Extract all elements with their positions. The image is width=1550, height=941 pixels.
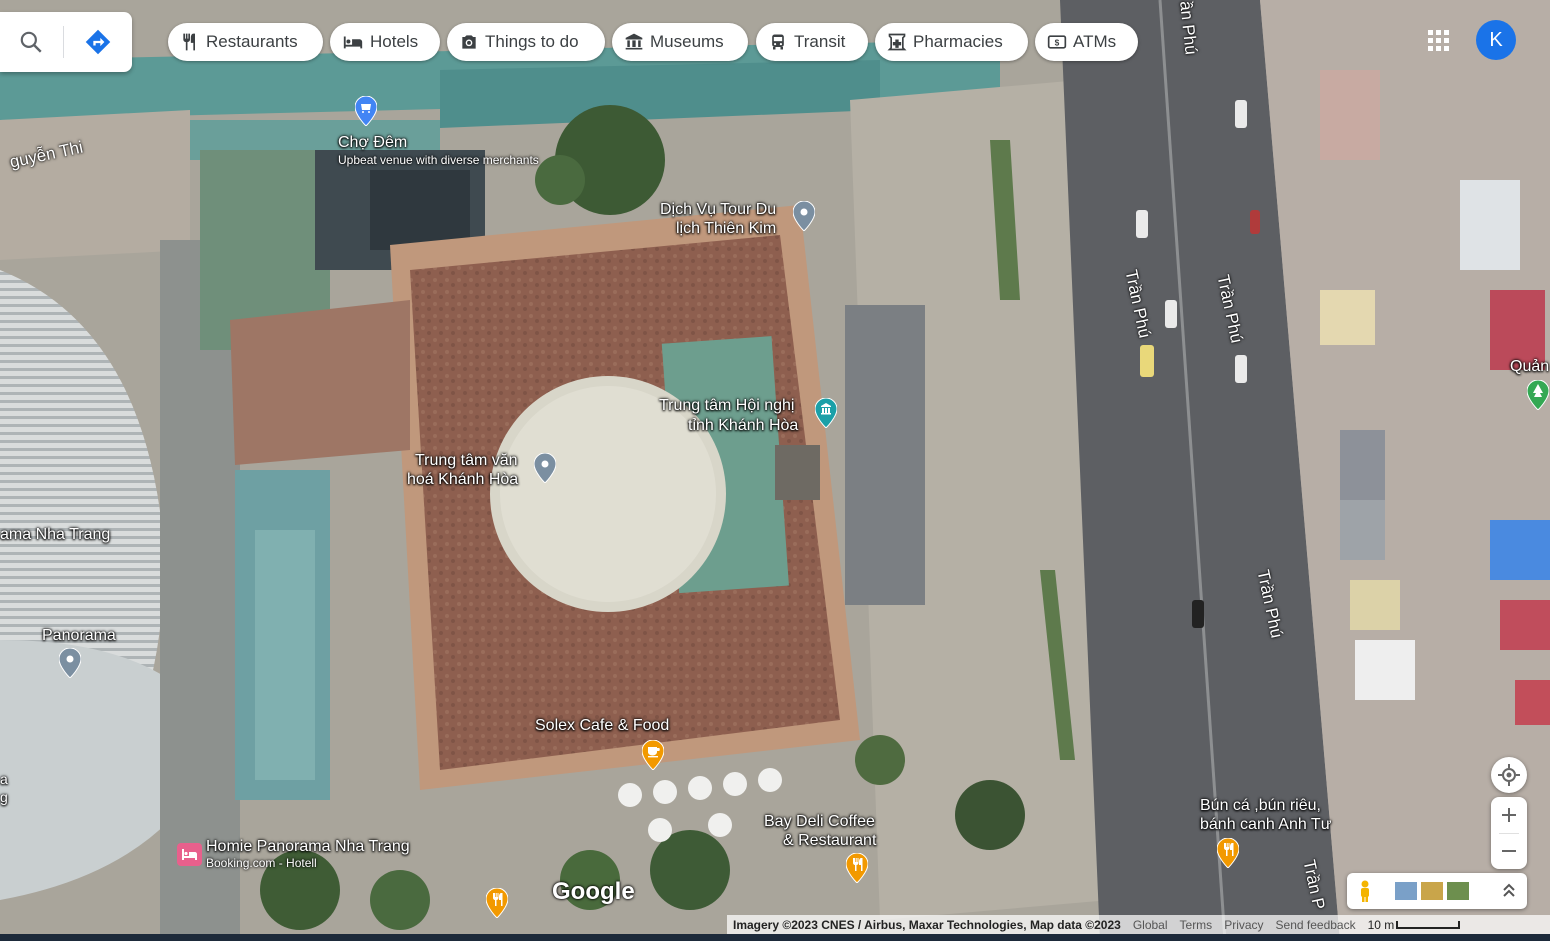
expand-icon [1503,883,1515,897]
place-name-panorama-nha-trang[interactable]: ama Nha Trang [0,525,110,544]
svg-text:$: $ [1055,37,1060,47]
pegman-button[interactable] [1351,877,1379,905]
chip-label: Pharmacies [913,32,1003,51]
layer-thumb-3[interactable] [1447,882,1469,900]
apps-grid-icon[interactable] [1428,30,1450,52]
chip-things-to-do[interactable]: Things to do [447,23,605,61]
place-desc-homie: Booking.com - Hotell [206,856,317,870]
atm-icon: $ [1047,35,1067,49]
bus-icon [772,34,784,50]
privacy-link[interactable]: Privacy [1224,918,1263,932]
place-name-quan[interactable]: Quản [1510,357,1549,376]
plus-icon [1502,808,1516,822]
layer-thumb-1[interactable] [1395,882,1417,900]
chip-label: Things to do [485,32,579,51]
layer-thumb-2[interactable] [1421,882,1443,900]
chip-atms[interactable]: $ ATMs [1035,23,1138,61]
google-logo: Google [552,878,635,905]
chip-label: Restaurants [206,32,298,51]
scale-label[interactable]: 10 m [1368,918,1395,932]
pegman-icon [1361,880,1369,902]
pin-quan[interactable] [1526,379,1550,411]
place-name-cho-dem[interactable]: Chợ Đêm [338,133,407,152]
place-name-bay-deli-2[interactable]: & Restaurant [783,831,876,850]
pin-solex[interactable] [641,739,665,771]
account-initial: K [1489,28,1503,51]
directions-icon[interactable] [84,28,112,61]
chip-label: ATMs [1073,32,1117,51]
pin-hoi-nghi[interactable] [814,397,838,429]
place-name-homie[interactable]: Homie Panorama Nha Trang [206,837,410,856]
pin-cho-dem[interactable] [354,95,378,127]
place-name-panorama[interactable]: Panorama [42,626,116,645]
pin-restaurant-bottom[interactable] [485,887,509,919]
imagery-attribution: Imagery ©2023 CNES / Airbus, Maxar Techn… [733,917,1121,932]
place-name-dich-vu-tour-1[interactable]: Dịch Vụ Tour Du [660,200,776,219]
zoom-out-button[interactable] [1491,833,1527,869]
place-name-dich-vu-tour-2[interactable]: lịch Thiên Kim [676,219,776,238]
chip-label: Museums [650,32,724,51]
account-avatar[interactable]: K [1476,20,1516,60]
fork-knife-icon [183,33,195,51]
edge-label-g: g [0,789,8,805]
crosshair-icon [1498,764,1520,786]
edge-label-a: a [0,771,8,787]
place-name-van-hoa-1[interactable]: Trung tâm văn [415,451,518,470]
museum-icon [625,33,643,50]
terms-link[interactable]: Terms [1180,918,1213,932]
chip-pharmacies[interactable]: Pharmacies [875,23,1028,61]
pharmacy-icon [887,33,907,51]
camera-icon [462,35,476,49]
expand-layers-button[interactable] [1497,879,1521,903]
hotel-icon[interactable] [177,843,202,866]
place-name-bun-ca-1[interactable]: Bún cá ,bún riêu, [1200,796,1321,815]
bed-icon [343,36,363,49]
chip-transit[interactable]: Transit [756,23,868,61]
place-name-bay-deli-1[interactable]: Bay Deli Coffee [764,812,875,831]
my-location-button[interactable] [1491,757,1527,793]
chip-label: Hotels [370,32,419,51]
chip-museums[interactable]: Museums [612,23,748,61]
chip-hotels[interactable]: Hotels [330,23,440,61]
send-feedback-link[interactable]: Send feedback [1276,918,1356,932]
scale-bar [1396,920,1461,929]
place-name-solex[interactable]: Solex Cafe & Food [535,716,669,735]
zoom-in-button[interactable] [1491,797,1527,833]
place-name-bun-ca-2[interactable]: bánh canh Anh Tư [1200,815,1331,834]
pin-van-hoa[interactable] [533,452,557,484]
place-name-van-hoa-2[interactable]: hoá Khánh Hòa [407,470,518,489]
zoom-controls [1491,797,1527,869]
chip-restaurants[interactable]: Restaurants [168,23,323,61]
pin-dich-vu-tour[interactable] [792,200,816,232]
place-name-hoi-nghi-1[interactable]: Trung tâm Hội nghị [659,396,794,415]
divider [63,26,64,58]
pin-bun-ca[interactable] [1216,837,1240,869]
layers-bar [1347,873,1527,909]
pin-panorama[interactable] [58,647,82,679]
bottom-strip [0,934,1550,941]
search-box[interactable] [0,12,132,72]
pin-bay-deli[interactable] [845,852,869,884]
place-name-hoi-nghi-2[interactable]: tỉnh Khánh Hòa [688,416,798,435]
place-desc-cho-dem: Upbeat venue with diverse merchants [338,153,539,167]
search-icon[interactable] [18,29,44,60]
global-link[interactable]: Global [1133,918,1168,932]
chip-label: Transit [794,32,846,51]
minus-icon [1502,850,1516,852]
map-footer: Imagery ©2023 CNES / Airbus, Maxar Techn… [727,915,1550,934]
